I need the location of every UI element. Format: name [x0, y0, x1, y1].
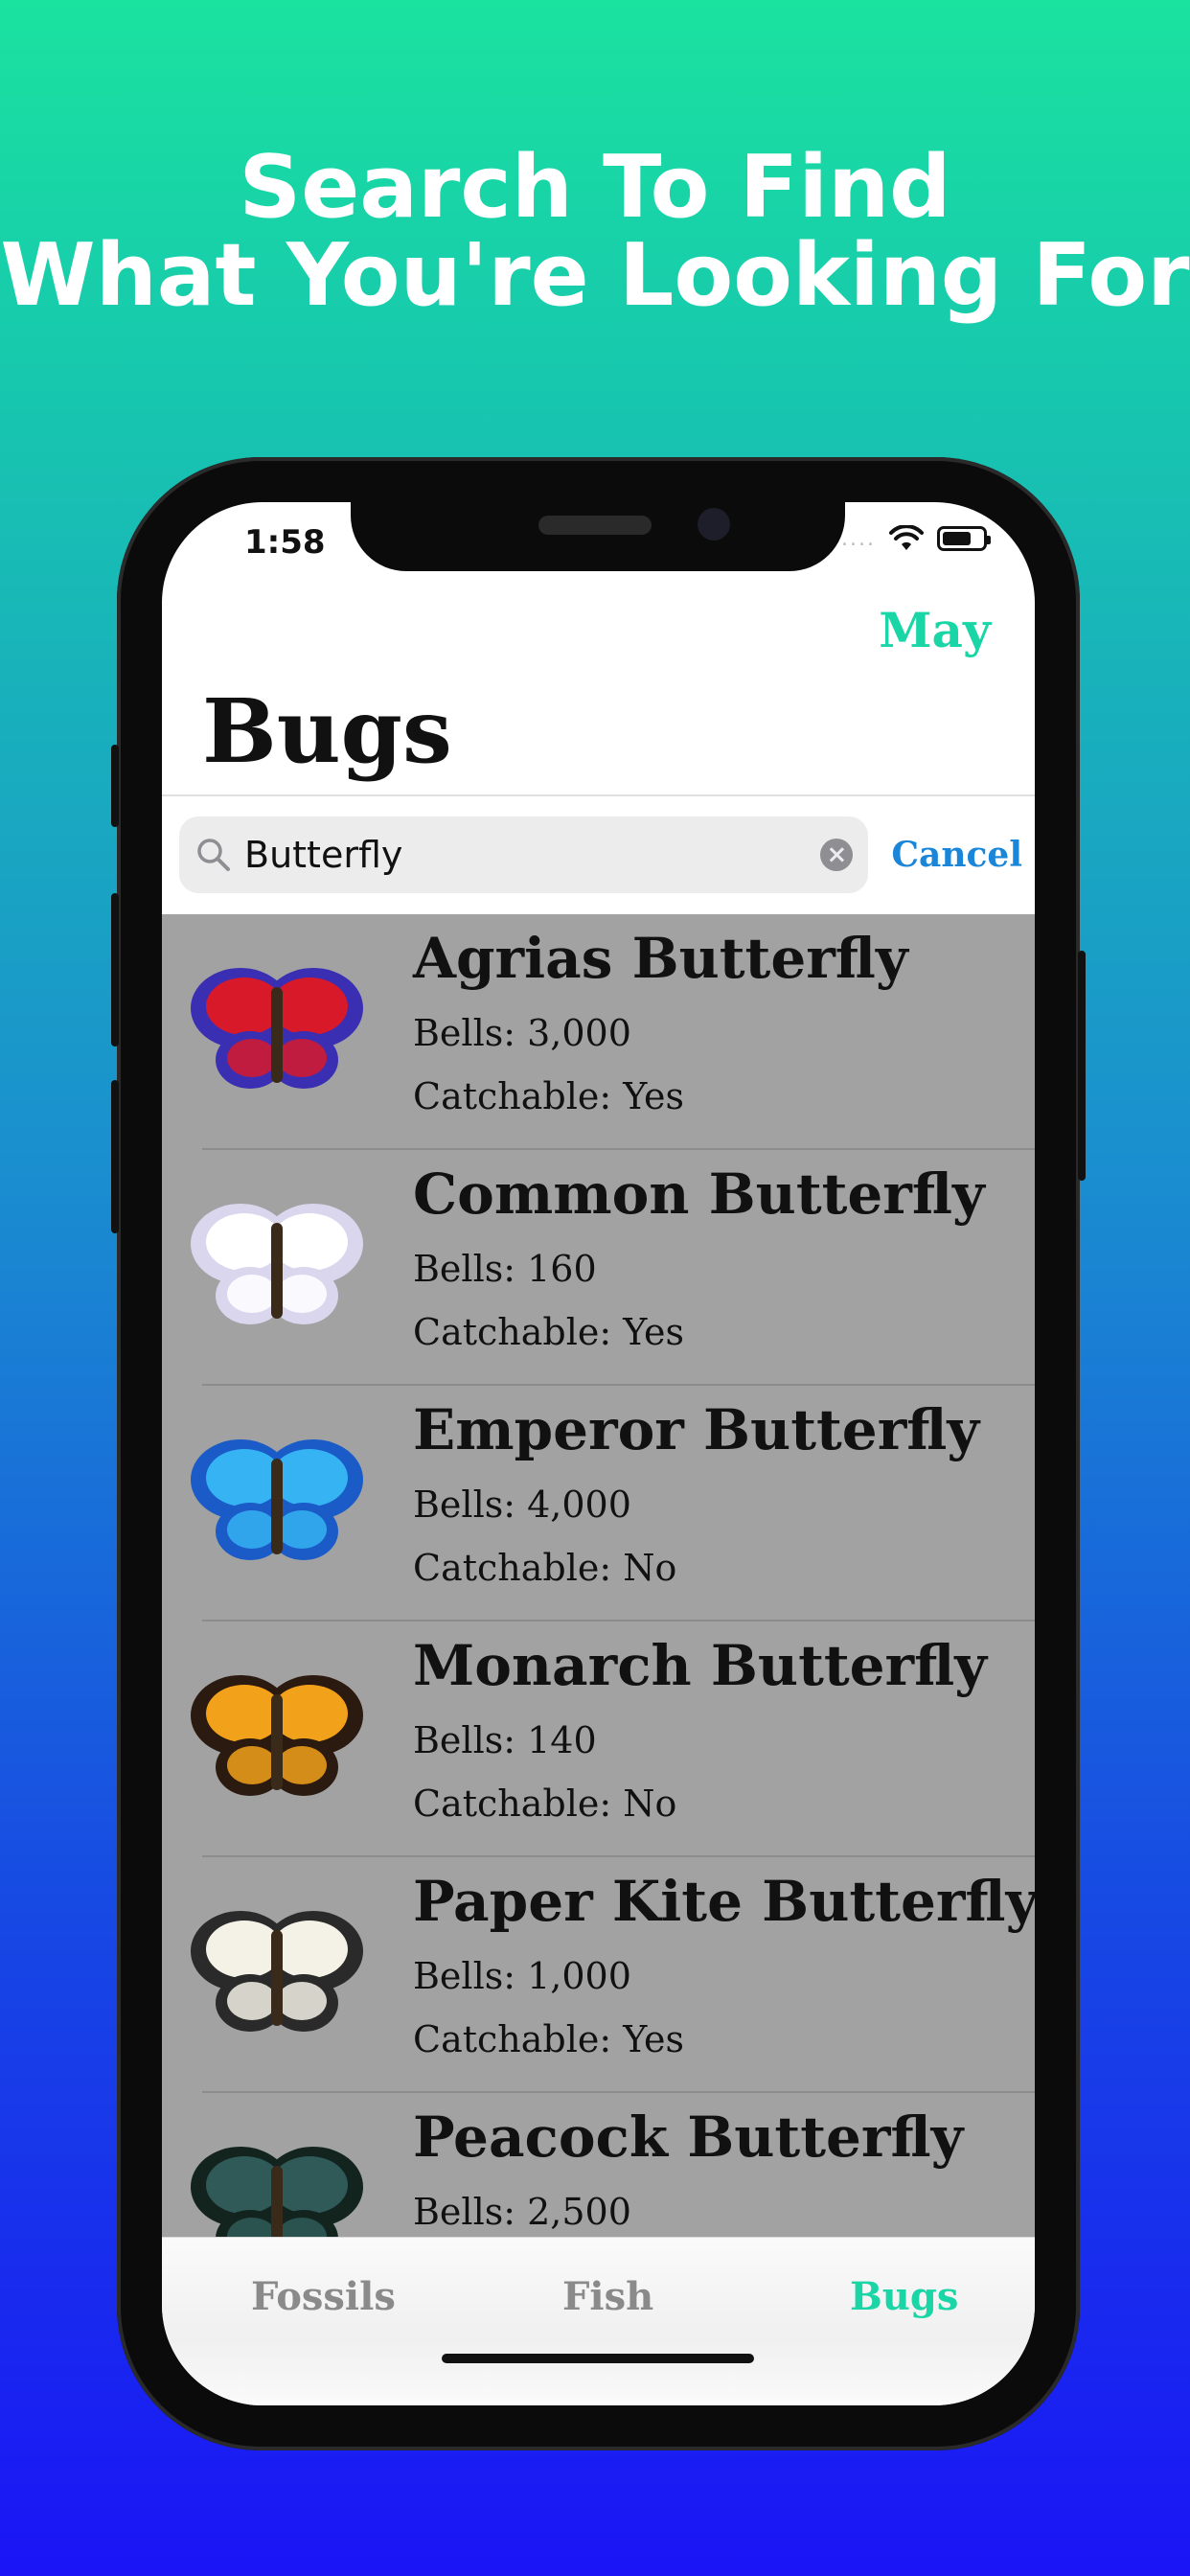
search-bar: × Cancel	[179, 816, 1022, 893]
list-item[interactable]: Paper Kite Butterfly Bells: 1,000 Catchabl…	[162, 1857, 1035, 2093]
headline-line-2: What You're Looking For	[0, 225, 1190, 326]
butterfly-icon	[181, 1660, 373, 1813]
search-icon	[195, 836, 233, 874]
speaker-grille	[538, 516, 652, 535]
search-field[interactable]: ×	[179, 816, 869, 893]
status-time: 1:58	[244, 523, 326, 562]
headline-line-1: Search To Find	[239, 137, 951, 238]
phone-screen: 1:58 .... May Bugs Butterfly × Cancel Ag…	[162, 502, 1035, 2405]
marketing-headline: Search To Find What You're Looking For	[0, 144, 1190, 320]
bug-bells: Bells: 140	[413, 1719, 597, 1761]
butterfly-icon	[181, 1424, 373, 1577]
bug-name: Peacock Butterfly	[413, 2104, 964, 2170]
bug-name: Paper Kite Butterfly	[413, 1869, 1035, 1934]
volume-down-button	[111, 1080, 119, 1233]
list-item[interactable]: Monarch Butterfly Bells: 140 Catchable: No	[162, 1622, 1035, 1857]
notch	[351, 502, 845, 571]
battery-icon	[937, 526, 991, 551]
page-title: Bugs	[202, 679, 452, 783]
bug-catchable: Catchable: Yes	[413, 2018, 685, 2060]
volume-up-button	[111, 893, 119, 1046]
butterfly-icon	[181, 1188, 373, 1342]
bug-list[interactable]: Agrias Butterfly Bells: 3,000 Catchable: Y…	[162, 914, 1035, 2237]
home-indicator	[442, 2354, 754, 2363]
phone-frame: 1:58 .... May Bugs Butterfly × Cancel Ag…	[111, 457, 1086, 2450]
butterfly-icon	[181, 2131, 373, 2237]
list-item[interactable]: Emperor Butterfly Bells: 4,000 Catchable: …	[162, 1386, 1035, 1622]
bug-catchable: Catchable: No	[413, 1547, 677, 1589]
power-button	[1078, 951, 1086, 1181]
search-input[interactable]	[244, 834, 821, 876]
tab-fossils[interactable]: Fossils	[251, 2274, 396, 2319]
bug-name: Common Butterfly	[413, 1162, 985, 1227]
mute-switch	[111, 745, 119, 827]
list-item[interactable]: Common Butterfly Bells: 160 Catchable: Yes	[162, 1150, 1035, 1386]
tab-bugs[interactable]: Bugs	[850, 2274, 958, 2319]
bug-bells: Bells: 3,000	[413, 1012, 631, 1054]
bug-catchable: Catchable: No	[413, 1782, 677, 1825]
cancel-button[interactable]: Cancel	[891, 835, 1022, 875]
status-indicators: ....	[841, 524, 991, 552]
list-item[interactable]: Agrias Butterfly Bells: 3,000 Catchable: Y…	[162, 914, 1035, 1150]
bug-bells: Bells: 4,000	[413, 1484, 631, 1526]
wifi-icon	[889, 524, 924, 552]
bug-name: Agrias Butterfly	[413, 926, 908, 991]
bug-bells: Bells: 1,000	[413, 1955, 631, 1997]
butterfly-icon	[181, 953, 373, 1106]
list-item[interactable]: Peacock Butterfly Bells: 2,500	[162, 2093, 1035, 2237]
month-button[interactable]: May	[879, 602, 991, 658]
bug-bells: Bells: 2,500	[413, 2191, 631, 2233]
signal-icon: ....	[841, 526, 876, 551]
bug-name: Emperor Butterfly	[413, 1397, 980, 1462]
bug-catchable: Catchable: Yes	[413, 1311, 685, 1353]
bug-name: Monarch Butterfly	[413, 1633, 987, 1698]
tab-fish[interactable]: Fish	[562, 2274, 653, 2319]
bug-catchable: Catchable: Yes	[413, 1075, 685, 1117]
tab-bar: Fossils Fish Bugs	[162, 2237, 1035, 2405]
clear-search-icon[interactable]: ×	[820, 839, 854, 871]
front-camera	[698, 508, 730, 540]
header-divider	[162, 794, 1035, 796]
bug-bells: Bells: 160	[413, 1248, 597, 1290]
butterfly-icon	[181, 1896, 373, 2049]
